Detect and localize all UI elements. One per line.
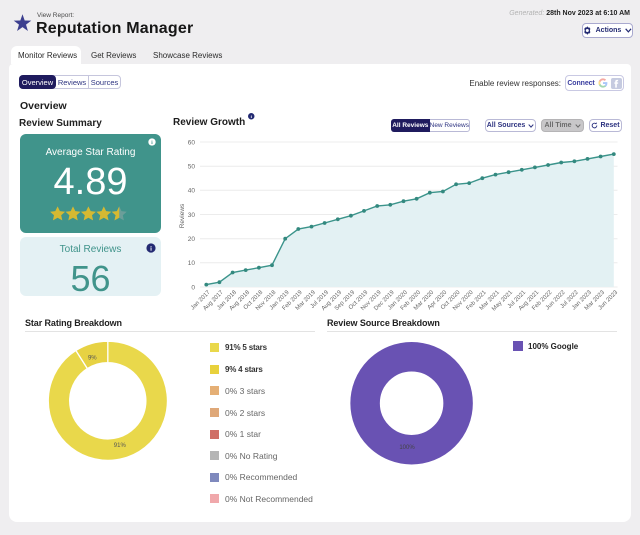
svg-text:9%: 9% bbox=[88, 356, 97, 362]
svg-text:10: 10 bbox=[188, 260, 196, 267]
svg-text:60: 60 bbox=[188, 139, 196, 146]
svg-text:50: 50 bbox=[188, 164, 196, 171]
svg-text:100%: 100% bbox=[399, 445, 415, 451]
svg-text:40: 40 bbox=[188, 188, 196, 195]
svg-text:30: 30 bbox=[188, 212, 196, 219]
svg-text:Reviews: Reviews bbox=[179, 203, 186, 228]
svg-text:0: 0 bbox=[191, 284, 195, 291]
svg-text:91%: 91% bbox=[114, 443, 127, 449]
svg-text:20: 20 bbox=[188, 236, 196, 243]
